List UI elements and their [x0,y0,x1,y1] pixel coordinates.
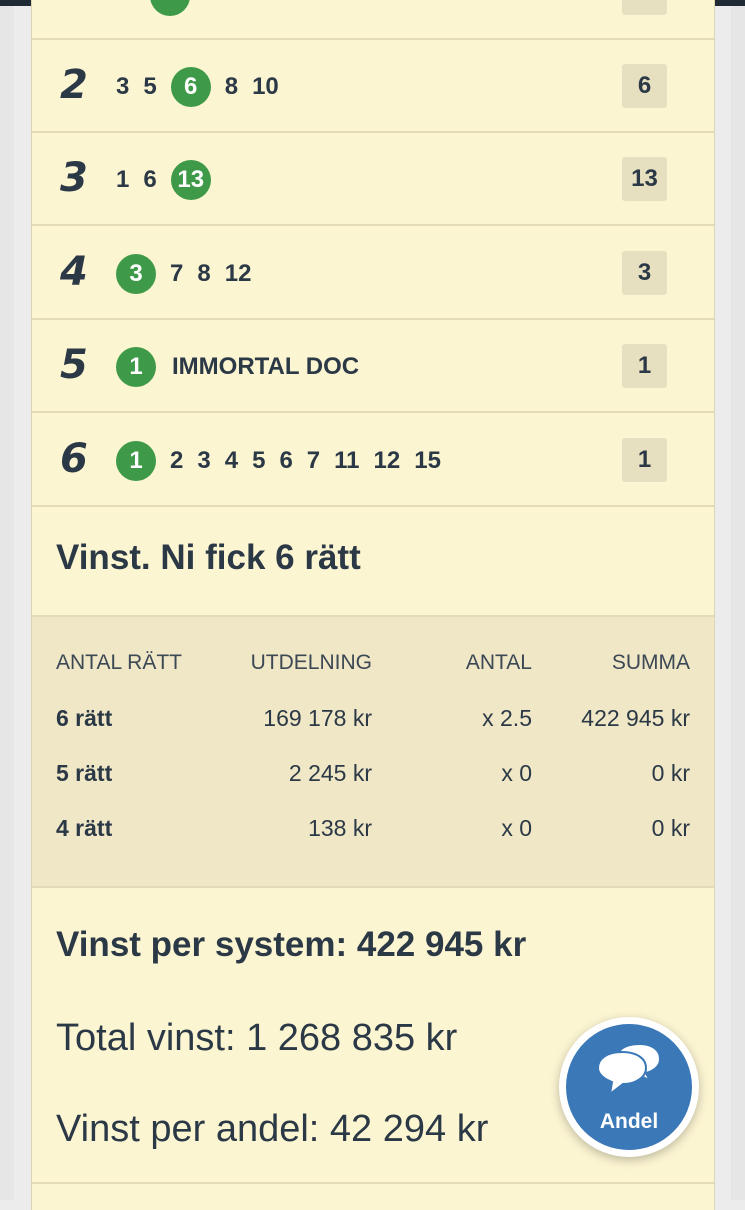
leg-row-partial [32,0,714,40]
win-per-share: Vinst per andel: 42 294 kr [56,1108,489,1150]
chat-button-label: Andel [599,1110,659,1133]
horse-number: 3 [116,72,130,100]
table-cell-summa: 0 kr [651,815,690,841]
leg-number: 2 [60,62,88,108]
leg-row: 3 1 6 13 13 [32,133,714,226]
table-row-label: 6 rätt [56,705,113,731]
table-cell-antal: x 0 [501,815,532,841]
horse-number: 2 [170,446,184,474]
horse-number: 5 [252,446,266,474]
leg-result: 6 [622,64,667,108]
leg-number: 6 [60,436,88,482]
total-win: Total vinst: 1 268 835 kr [56,1017,458,1059]
leg-result: 3 [622,251,667,295]
winner-horse: 1 [116,440,156,481]
horse-number: 6 [143,165,157,193]
payout-table: ANTAL RÄTT UTDELNING ANTAL SUMMA 6 rätt … [32,615,714,888]
horse-number: 11 [334,446,360,474]
horse-number: 15 [414,446,441,474]
table-cell-antal: x 0 [501,760,532,786]
horse-number: IMMORTAL DOC [172,352,360,380]
horse-number: 3 [197,446,211,474]
leg-result: 13 [622,157,667,201]
chat-button-face: Andel [566,1024,692,1150]
result-box-partial [622,0,667,15]
leg-number: 4 [60,249,88,295]
horse-number: 12 [373,446,401,474]
table-cell-antal: x 2.5 [482,705,532,731]
horse-number: 6 [279,446,293,474]
andel-chat-button[interactable]: Andel [559,1017,699,1157]
leg-row: 4 3 7 8 12 3 [32,227,714,320]
winner-horse: 13 [170,159,211,200]
horse-number: 8 [197,259,211,287]
horse-number: 8 [224,72,239,100]
table-row-label: 5 rätt [56,760,113,786]
table-cell-summa: 0 kr [651,760,690,786]
horse-number: 7 [306,446,321,474]
horse-number: 7 [170,259,184,287]
leg-number: 5 [60,342,88,388]
col-header-antal-ratt: ANTAL RÄTT [56,651,183,674]
leg-row: 6 1 2 3 4 5 6 7 11 12 15 1 [32,414,714,507]
winner-horse: 3 [116,253,156,294]
horse-number: 1 [116,165,130,193]
winner-horse: 1 [116,346,156,387]
page-gutter-left [0,6,14,1200]
leg-result: 1 [622,438,667,482]
table-cell-summa: 422 945 kr [581,705,690,731]
leg-row: 2 3 5 6 8 10 6 [32,40,714,133]
horse-list: 1 2 3 4 5 6 7 11 12 15 [116,414,455,507]
page-gutter-right [731,6,745,1200]
col-header-utdelning: UTDELNING [250,651,372,674]
leg-result: 1 [622,344,667,388]
leg-number: 3 [60,155,88,201]
table-cell-utdelning: 138 kr [308,815,372,841]
col-header-antal: ANTAL [465,651,532,674]
win-per-system: Vinst per system: 422 945 kr [56,925,527,964]
leg-row: 5 1 IMMORTAL DOC 1 [32,320,714,413]
horse-number: 4 [224,446,239,474]
col-header-summa: SUMMA [611,651,690,674]
winner-horse: 6 [170,66,211,107]
table-cell-utdelning: 2 245 kr [288,760,372,786]
horse-number: 12 [224,259,252,287]
horse-list: 3 5 6 8 10 [116,40,293,133]
horse-list: 1 IMMORTAL DOC [116,320,373,413]
winner-marker [150,0,190,16]
horse-list: 3 7 8 12 [116,227,265,320]
horse-list: 1 6 13 [116,133,225,226]
horse-number: 10 [252,72,279,100]
chat-bubbles-icon [596,1042,662,1097]
table-row-label: 4 rätt [56,815,113,841]
table-cell-utdelning: 169 178 kr [263,705,372,731]
win-title: Vinst. Ni fick 6 rätt [56,538,361,577]
divider [32,1182,714,1184]
horse-number: 5 [143,72,157,100]
